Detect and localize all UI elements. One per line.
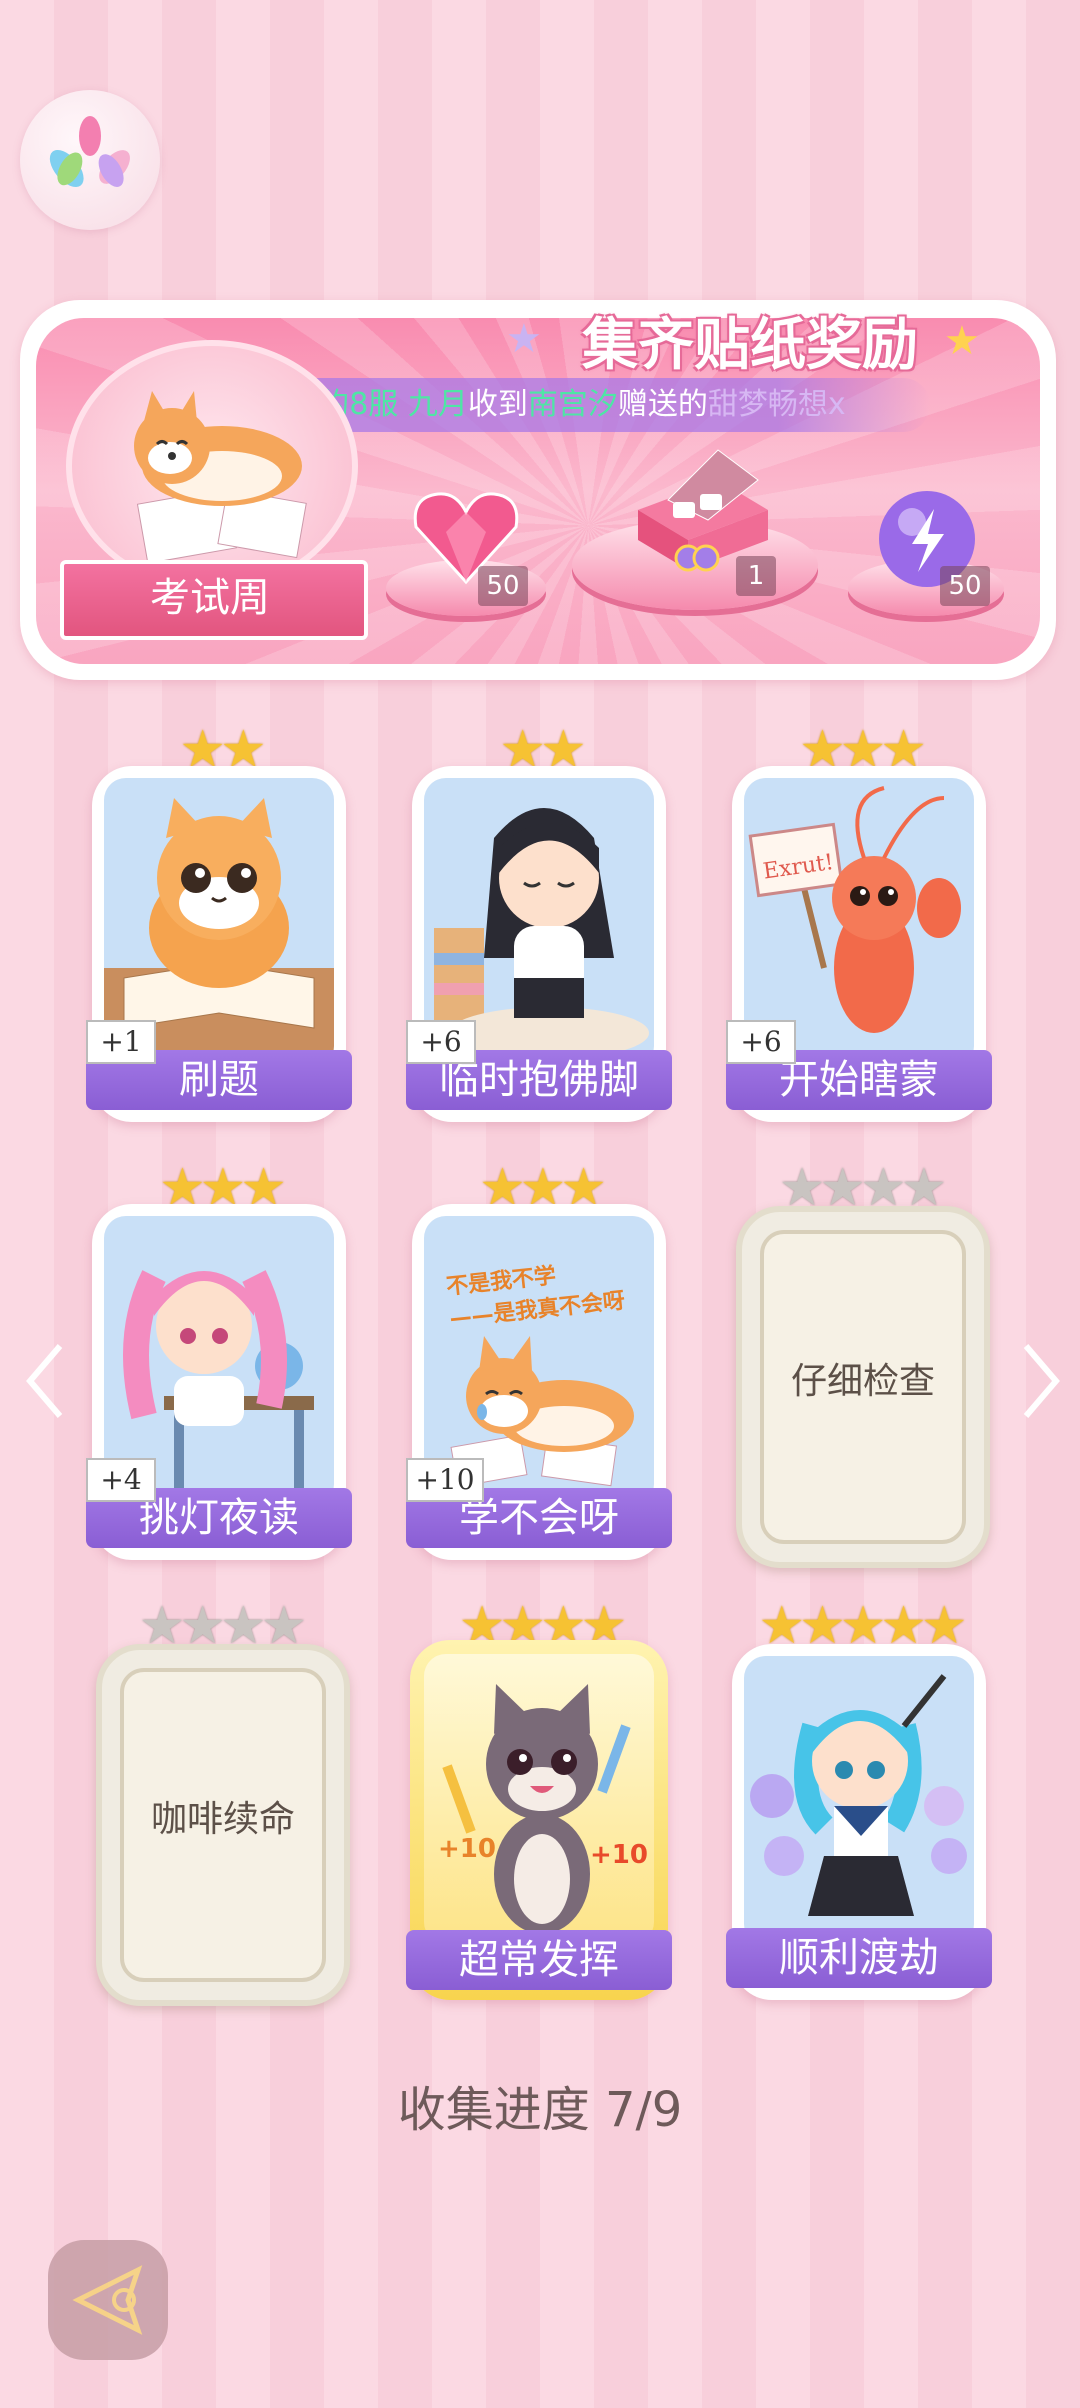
- banner-title: 集齐贴纸奖励: [582, 313, 918, 378]
- sticker-card[interactable]: 挑灯夜读 +4: [86, 1204, 352, 1560]
- progress-label: 收集进度: [397, 2082, 590, 2138]
- event-portrait: [66, 340, 358, 592]
- star-deco-icon: ★: [506, 316, 542, 362]
- card-art-girl-pass: [744, 1656, 974, 1946]
- ticker-sender: 九月: [407, 387, 468, 422]
- card-label: 咖啡续命: [150, 1799, 295, 1840]
- reward-count: 1: [736, 556, 776, 596]
- prev-page-arrow-icon[interactable]: [20, 1336, 70, 1426]
- progress-value: 7/9: [605, 2082, 683, 2138]
- star-deco-icon: ★: [944, 318, 980, 364]
- card-label: 超常发挥: [406, 1930, 672, 1990]
- sticker-card[interactable]: 临时抱佛脚 +6: [406, 766, 672, 1122]
- sticker-card[interactable]: +10 +10 超常发挥: [406, 1640, 672, 2000]
- sticker-card[interactable]: Exrut! 开始瞎蒙 +6: [726, 766, 992, 1122]
- card-bonus-badge: +6: [726, 1020, 796, 1064]
- next-page-arrow-icon[interactable]: [1016, 1336, 1066, 1426]
- reward-count: 50: [940, 566, 990, 606]
- sticker-card[interactable]: 刷题 +1: [86, 766, 352, 1122]
- card-bonus-badge: +10: [406, 1458, 484, 1502]
- ticker-verb: 收到: [467, 387, 528, 422]
- sticker-card[interactable]: 不是我不学 ——是我真不会呀 学不会呀 +10: [406, 1204, 672, 1560]
- ticker-gift: 甜梦畅想x: [707, 387, 846, 422]
- card-label: 顺利渡劫: [726, 1928, 992, 1988]
- back-arrow-icon: [72, 2265, 143, 2335]
- card-bonus-badge: +6: [406, 1020, 476, 1064]
- card-label: 仔细检查: [790, 1361, 935, 1402]
- card-bonus-badge: +4: [86, 1458, 156, 1502]
- event-label: 考试周: [150, 575, 270, 621]
- sticker-card[interactable]: 顺利渡劫: [726, 1644, 992, 2000]
- card-art-cat-cheering: +10 +10: [424, 1654, 654, 1944]
- ticker-verb: 赠送的: [617, 387, 708, 422]
- collection-progress: 收集进度 7/9: [340, 2070, 740, 2140]
- reward-count: 50: [478, 566, 528, 606]
- locked-sticker-card[interactable]: 仔细检查: [736, 1206, 990, 1568]
- app-logo-icon[interactable]: [20, 90, 160, 230]
- locked-sticker-card[interactable]: 咖啡续命: [96, 1644, 350, 2006]
- card-bonus-badge: +1: [86, 1020, 156, 1064]
- ticker-receiver: 南宫汐: [527, 387, 618, 422]
- back-button[interactable]: [48, 2240, 168, 2360]
